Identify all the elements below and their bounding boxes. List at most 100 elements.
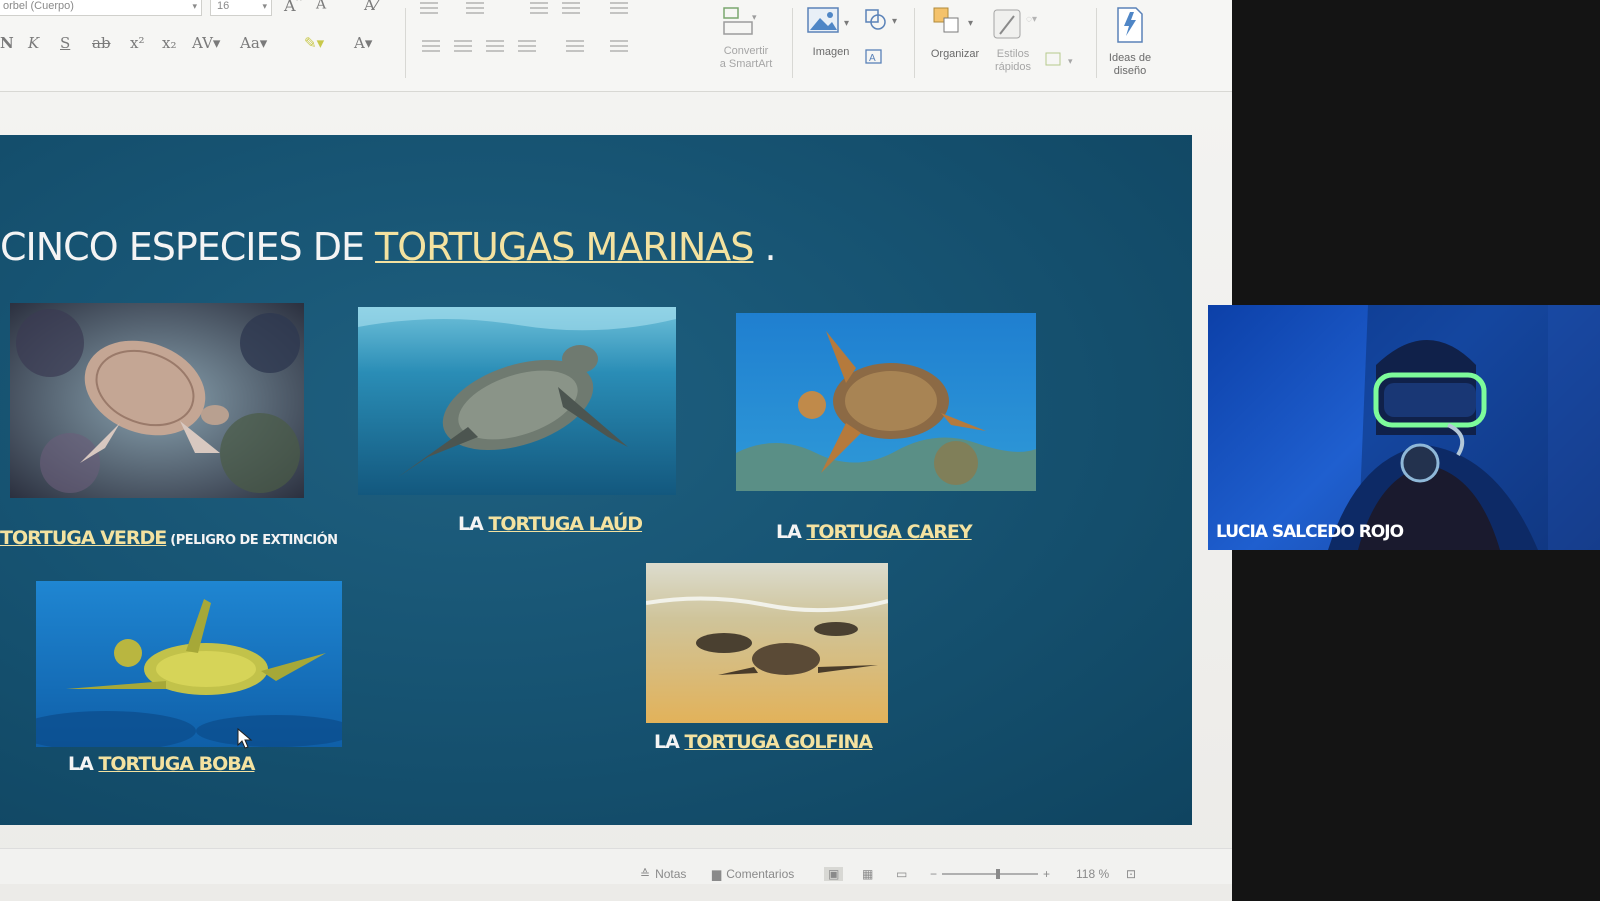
- font-color-icon[interactable]: A▾: [354, 34, 372, 52]
- chevron-down-icon: ▾: [262, 1, 267, 11]
- caption-loggerhead-turtle: LA TORTUGA BOBA: [68, 753, 255, 775]
- text-direction-icon[interactable]: [566, 40, 584, 52]
- image-button[interactable]: Imagen: [806, 46, 856, 59]
- change-case-icon[interactable]: Aa▾: [240, 34, 267, 52]
- zoom-in-icon: +: [1043, 867, 1051, 881]
- chevron-down-icon: ▾: [192, 1, 197, 11]
- status-bar: ≙ Notas ▆ Comentarios ▣ ▦ ▭ − + 118 % ⊡: [0, 848, 1232, 884]
- align-left-icon[interactable]: [422, 40, 440, 52]
- caption-green-turtle: TORTUGA VERDE (PELIGRO DE EXTINCIÓN: [0, 527, 338, 549]
- clear-format-icon[interactable]: A⁄: [364, 0, 377, 14]
- caption-olive-ridley-turtle: LA TORTUGA GOLFINA: [654, 731, 873, 753]
- svg-text:▾: ▾: [968, 18, 973, 29]
- shrink-font-icon[interactable]: Aˇ: [316, 0, 330, 13]
- zoom-slider[interactable]: − +: [930, 867, 1050, 881]
- caption-prefix: LA: [776, 521, 807, 543]
- underline-icon[interactable]: S: [60, 34, 70, 52]
- photo-loggerhead-turtle[interactable]: [36, 581, 342, 747]
- italic-icon[interactable]: K: [28, 34, 39, 52]
- photo-green-turtle[interactable]: [10, 303, 304, 498]
- zoom-thumb[interactable]: [996, 869, 1001, 879]
- comment-icon: ▆: [712, 867, 722, 881]
- arrange-icon[interactable]: ▾: [930, 4, 980, 49]
- svg-text:▾: ▾: [752, 12, 757, 22]
- photo-olive-ridley-turtle[interactable]: [646, 563, 888, 723]
- font-name-value: orbel (Cuerpo): [3, 0, 74, 12]
- character-spacing-icon[interactable]: AV▾: [192, 34, 220, 52]
- caption-hawksbill-turtle: LA TORTUGA CAREY: [776, 521, 973, 543]
- highlight-icon[interactable]: ✎▾: [304, 34, 324, 52]
- bullets-icon[interactable]: [420, 2, 438, 14]
- shape-outline-icon[interactable]: ▾: [1044, 50, 1084, 75]
- notes-label: Notas: [655, 867, 687, 881]
- caption-prefix: LA: [68, 753, 99, 775]
- caption-leatherback-turtle: LA TORTUGA LAÚD: [458, 513, 643, 535]
- convert-smartart-button[interactable]: Convertir a SmartArt: [706, 45, 786, 71]
- bold-icon[interactable]: N: [0, 34, 14, 52]
- normal-view-icon: ▣: [824, 867, 844, 881]
- reading-view-icon: ▭: [896, 867, 908, 881]
- caption-prefix: LA: [654, 731, 685, 753]
- decrease-indent-icon[interactable]: [530, 2, 548, 14]
- quick-styles-button[interactable]: Estilos rápidos: [988, 48, 1038, 74]
- ribbon-toolbar: orbel (Cuerpo) ▾ 16 ▾ A^ Aˇ A⁄ N K S ab …: [0, 0, 1232, 92]
- smartart-icon[interactable]: ▾: [722, 6, 762, 43]
- increase-indent-icon[interactable]: [562, 2, 580, 14]
- font-name-dropdown[interactable]: orbel (Cuerpo) ▾: [0, 0, 202, 16]
- quick-styles-icon[interactable]: ◌▾: [990, 4, 1046, 49]
- align-text-icon[interactable]: [610, 40, 628, 52]
- participant-video-feed: [1328, 305, 1600, 550]
- svg-text:▾: ▾: [1068, 56, 1073, 66]
- participant-name: LUCIA SALCEDO ROJO: [1216, 522, 1404, 542]
- line-spacing-icon[interactable]: [610, 2, 628, 14]
- mouse-cursor-icon: [234, 727, 256, 756]
- textbox-icon[interactable]: A: [864, 48, 884, 71]
- align-center-icon[interactable]: [454, 40, 472, 52]
- slide-title[interactable]: CINCO ESPECIES DE TORTUGAS MARINAS .: [0, 225, 777, 269]
- zoom-track: [942, 869, 1039, 879]
- comments-label: Comentarios: [726, 867, 795, 881]
- caption-note: (PELIGRO DE EXTINCIÓN: [166, 533, 338, 548]
- svg-text:▾: ▾: [892, 16, 897, 27]
- subscript-icon[interactable]: x₂: [162, 34, 176, 52]
- image-icon[interactable]: ▾: [806, 6, 856, 45]
- normal-view-button[interactable]: ▣: [824, 867, 844, 881]
- font-size-dropdown[interactable]: 16 ▾: [210, 0, 272, 16]
- superscript-icon[interactable]: x²: [130, 34, 144, 52]
- shapes-icon[interactable]: ▾: [862, 6, 904, 39]
- svg-text:▾: ▾: [844, 18, 849, 29]
- title-link[interactable]: TORTUGAS MARINAS: [375, 225, 754, 269]
- ribbon-separator: [1096, 8, 1097, 78]
- arrange-button[interactable]: Organizar: [920, 48, 990, 61]
- design-ideas-button[interactable]: Ideas de diseño: [1098, 52, 1162, 78]
- zoom-out-icon: −: [930, 867, 938, 881]
- design-ideas-icon[interactable]: [1112, 4, 1148, 51]
- slide-sorter-icon: ▦: [862, 867, 874, 881]
- link-tortuga-carey[interactable]: TORTUGA CAREY: [806, 521, 972, 543]
- link-tortuga-verde[interactable]: TORTUGA VERDE: [0, 527, 167, 549]
- svg-text:◌▾: ◌▾: [1026, 14, 1037, 25]
- fit-slide-button[interactable]: ⊡: [1126, 867, 1136, 881]
- numbering-icon[interactable]: [466, 2, 484, 14]
- caption-prefix: LA: [458, 513, 489, 535]
- zoom-level[interactable]: 118 %: [1076, 867, 1109, 881]
- slide-canvas[interactable]: CINCO ESPECIES DE TORTUGAS MARINAS . TOR…: [0, 135, 1192, 825]
- photo-leatherback-turtle[interactable]: [358, 307, 676, 495]
- slide-sorter-button[interactable]: ▦: [862, 867, 873, 881]
- comments-button[interactable]: ▆ Comentarios: [712, 867, 794, 881]
- strikethrough-icon[interactable]: ab: [92, 34, 111, 52]
- svg-text:A: A: [869, 53, 876, 64]
- hawksbill-turtle-image: [736, 313, 1036, 491]
- grow-font-icon[interactable]: A^: [284, 0, 302, 15]
- link-tortuga-boba[interactable]: TORTUGA BOBA: [98, 753, 255, 775]
- link-tortuga-golfina[interactable]: TORTUGA GOLFINA: [684, 731, 873, 753]
- reading-view-button[interactable]: ▭: [896, 867, 907, 881]
- align-right-icon[interactable]: [486, 40, 504, 52]
- participant-video-tile[interactable]: LUCIA SALCEDO ROJO: [1208, 305, 1600, 550]
- justify-icon[interactable]: [518, 40, 536, 52]
- photo-hawksbill-turtle[interactable]: [736, 313, 1036, 491]
- title-suffix: .: [753, 225, 777, 269]
- ribbon-separator: [914, 8, 915, 78]
- notes-button[interactable]: ≙ Notas: [640, 867, 686, 881]
- link-tortuga-laud[interactable]: TORTUGA LAÚD: [488, 513, 643, 535]
